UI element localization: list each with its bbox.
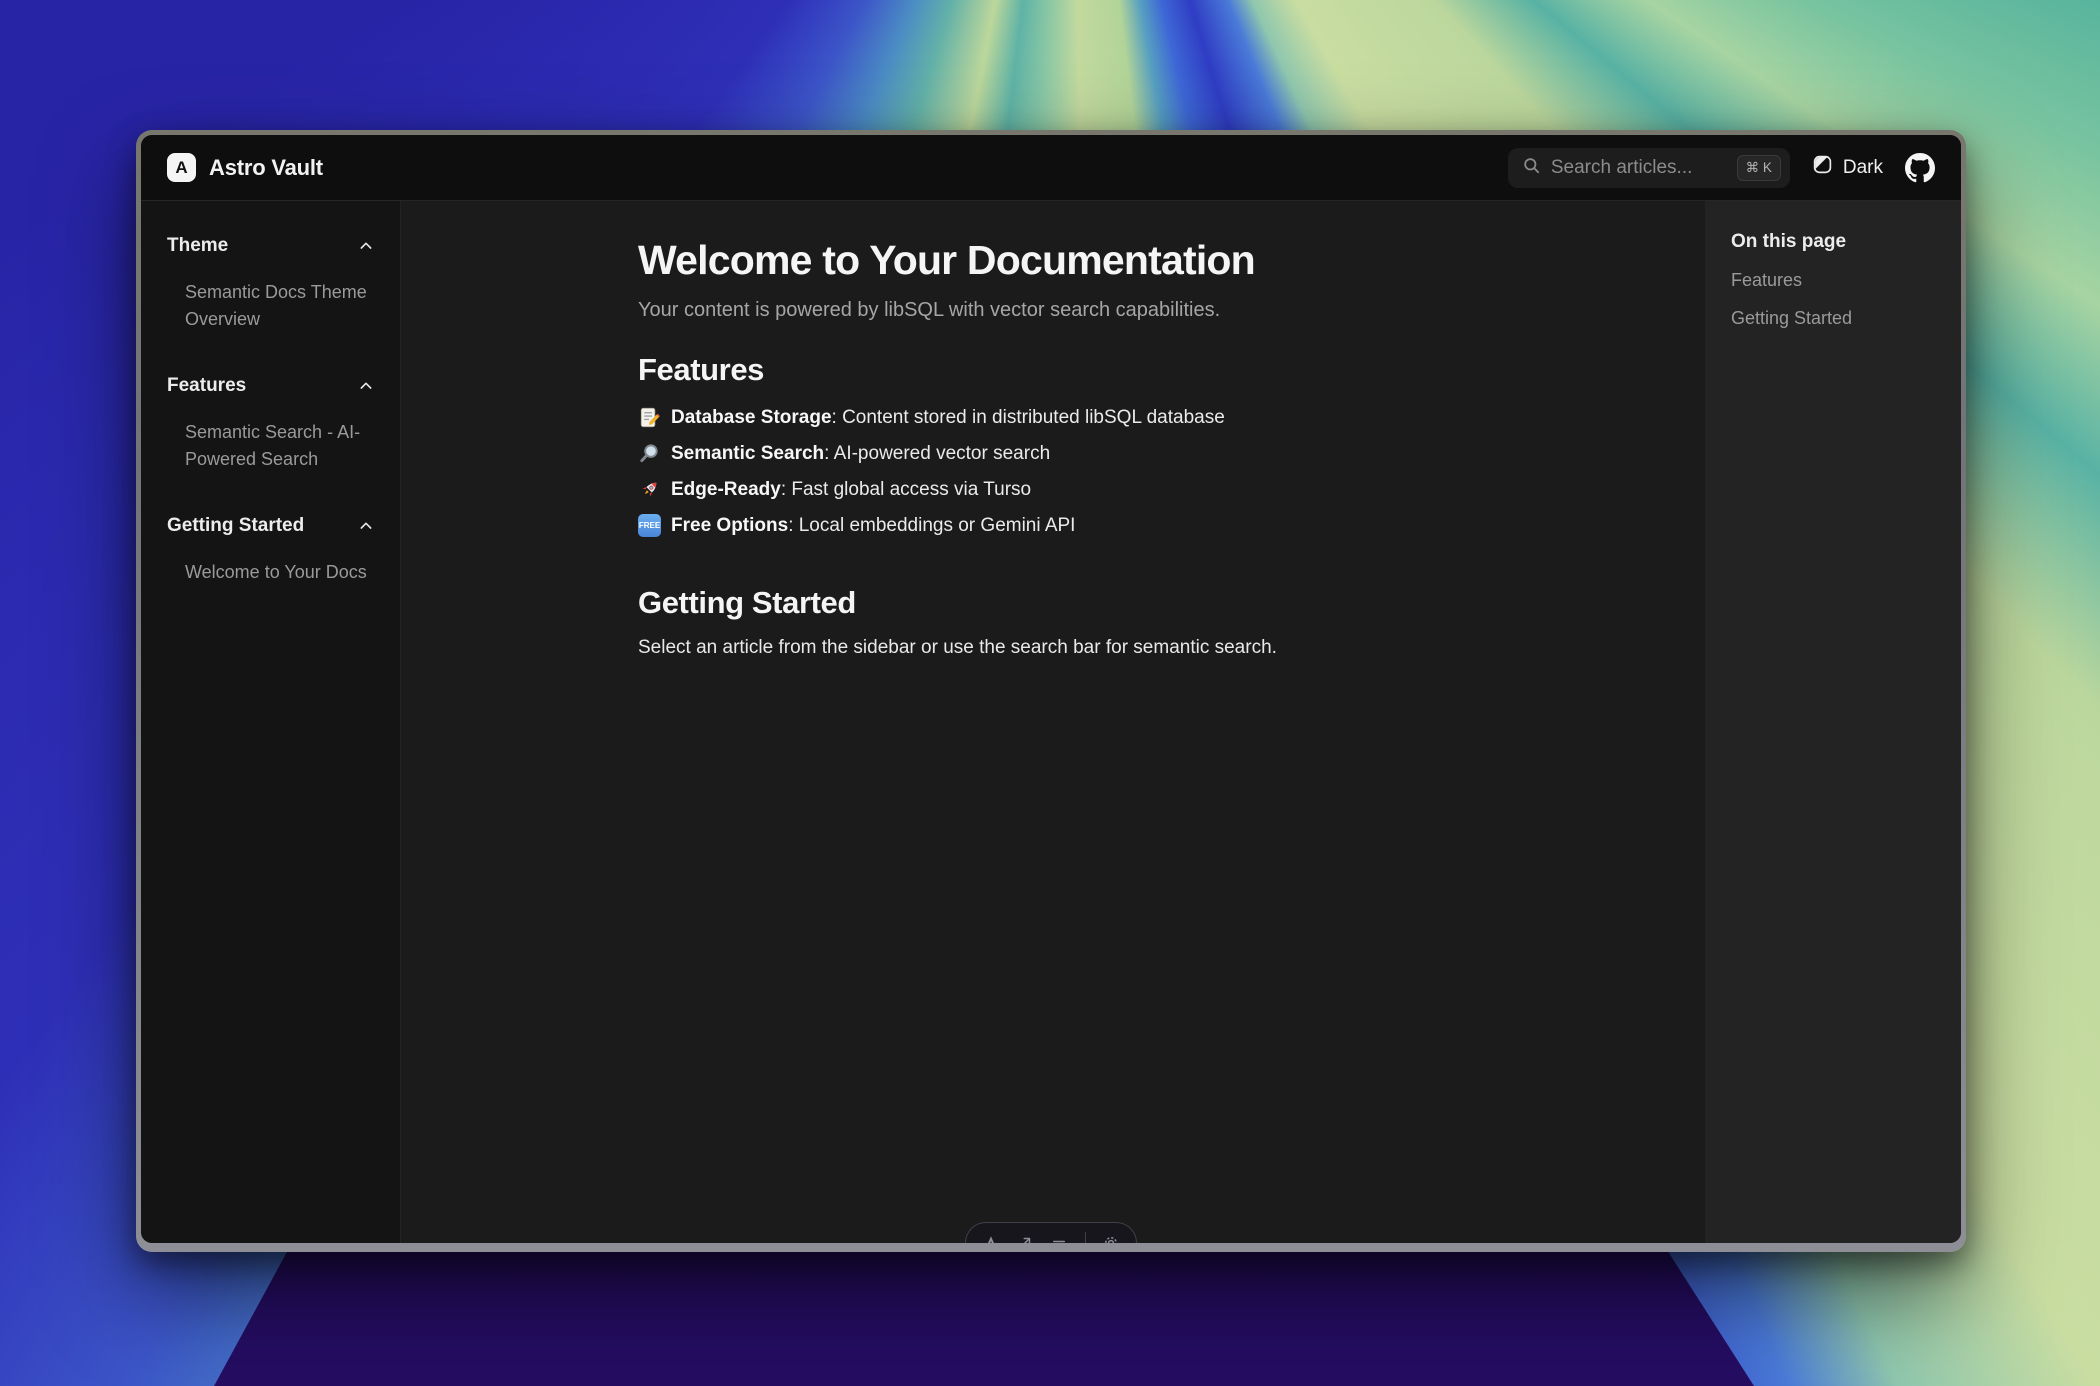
command-k-shortcut-badge: ⌘ K (1737, 155, 1781, 181)
app-window: A Astro Vault ⌘ K (136, 130, 1966, 1252)
sidebar-section-label: Getting Started (167, 515, 304, 537)
feature-item-edge-ready: Edge-Ready: Fast global access via Turso (638, 478, 1468, 501)
app-title: Astro Vault (209, 155, 323, 181)
chevron-up-icon (358, 378, 374, 394)
on-this-page-panel: On this page Features Getting Started (1705, 201, 1961, 1243)
toc-link-getting-started[interactable]: Getting Started (1731, 308, 1935, 329)
sidebar-section-getting-started[interactable]: Getting Started (167, 515, 374, 537)
rocket-icon (638, 478, 661, 501)
search-bar[interactable]: ⌘ K (1508, 148, 1790, 188)
feature-item-semantic-search: Semantic Search: AI-powered vector searc… (638, 442, 1468, 465)
astro-logo-icon[interactable] (982, 1234, 1000, 1243)
sidebar-section-features[interactable]: Features (167, 375, 374, 397)
search-icon (1522, 156, 1541, 180)
free-icon: FREE (638, 514, 661, 537)
getting-started-heading: Getting Started (638, 585, 1468, 621)
feature-label: Free Options (671, 515, 788, 536)
feature-label: Database Storage (671, 407, 832, 428)
sidebar-section-theme[interactable]: Theme (167, 235, 374, 257)
github-link[interactable] (1905, 153, 1935, 183)
sidebar-item-welcome-to-your-docs[interactable]: Welcome to Your Docs (167, 559, 374, 586)
desktop-wallpaper: A Astro Vault ⌘ K (0, 0, 2100, 1386)
contrast-icon (1812, 154, 1833, 181)
main-content: Welcome to Your Documentation Your conte… (401, 201, 1705, 1243)
astro-dev-toolbar[interactable] (965, 1222, 1137, 1243)
app-header: A Astro Vault ⌘ K (141, 135, 1961, 201)
sidebar-nav: Theme Semantic Docs Theme Overview Featu… (141, 201, 401, 1243)
getting-started-paragraph: Select an article from the sidebar or us… (638, 637, 1468, 659)
search-input[interactable] (1551, 157, 1727, 179)
feature-text: : Fast global access via Turso (781, 479, 1031, 500)
app-logo: A (167, 153, 196, 182)
feature-item-database-storage: Database Storage: Content stored in dist… (638, 406, 1468, 429)
toolbar-divider (1085, 1232, 1086, 1243)
sidebar-item-semantic-search[interactable]: Semantic Search - AI-Powered Search (167, 419, 374, 473)
toc-link-features[interactable]: Features (1731, 270, 1935, 291)
github-icon (1905, 153, 1935, 183)
sidebar-section-label: Features (167, 375, 246, 397)
inspect-icon[interactable] (1016, 1234, 1034, 1243)
feature-label: Edge-Ready (671, 479, 781, 500)
theme-toggle-button[interactable]: Dark (1812, 154, 1883, 181)
toc-title: On this page (1731, 231, 1935, 253)
feature-text: : Local embeddings or Gemini API (788, 515, 1075, 536)
magnifying-glass-icon (638, 442, 661, 465)
memo-icon (638, 406, 661, 429)
page-subtitle: Your content is powered by libSQL with v… (638, 299, 1468, 322)
brand[interactable]: A Astro Vault (167, 153, 323, 182)
sidebar-section-label: Theme (167, 235, 228, 257)
theme-toggle-label: Dark (1843, 157, 1883, 179)
features-heading: Features (638, 352, 1468, 388)
feature-item-free-options: FREE Free Options: Local embeddings or G… (638, 514, 1468, 537)
settings-gear-icon[interactable] (1102, 1234, 1120, 1243)
feature-text: : AI-powered vector search (824, 443, 1050, 464)
chevron-up-icon (358, 518, 374, 534)
feature-label: Semantic Search (671, 443, 824, 464)
feature-text: : Content stored in distributed libSQL d… (832, 407, 1225, 428)
page-title: Welcome to Your Documentation (638, 237, 1468, 284)
sidebar-item-semantic-docs-theme-overview[interactable]: Semantic Docs Theme Overview (167, 279, 374, 333)
audit-list-icon[interactable] (1050, 1234, 1068, 1243)
chevron-up-icon (358, 238, 374, 254)
